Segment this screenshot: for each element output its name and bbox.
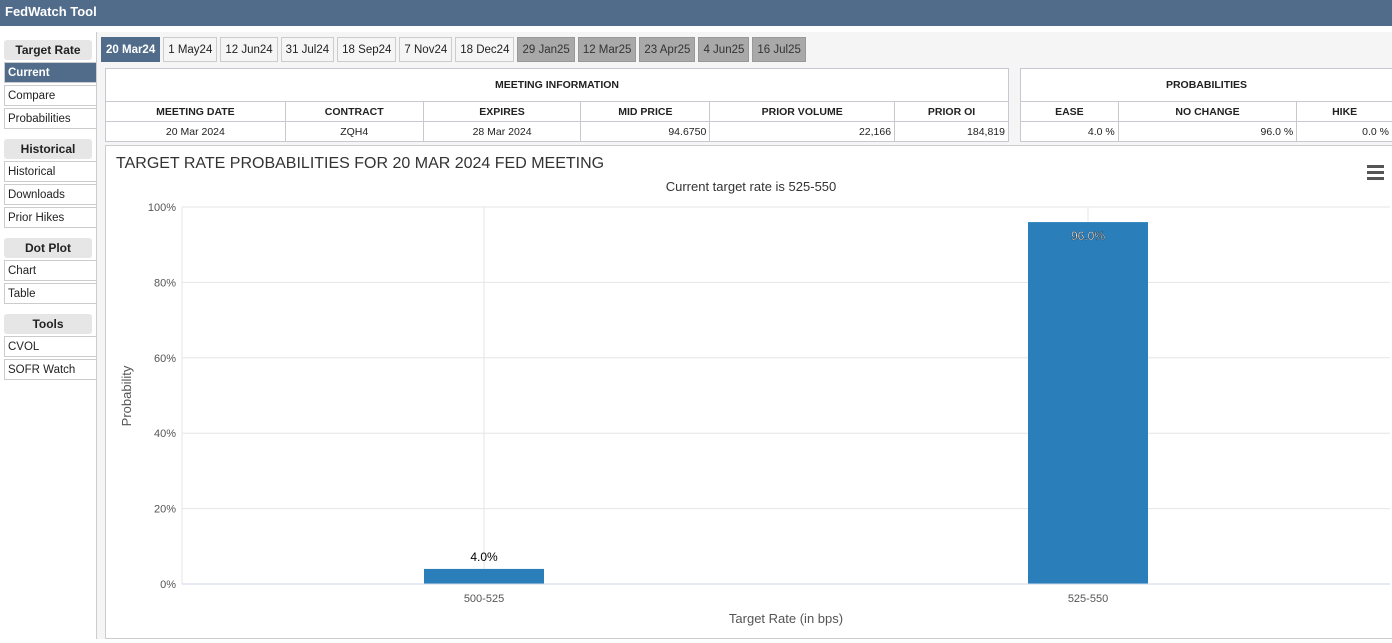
app-title: FedWatch Tool xyxy=(0,0,1392,26)
column-header: NO CHANGE xyxy=(1118,102,1296,122)
table-cell: 94.6750 xyxy=(581,122,710,142)
sidebar-item-downloads[interactable]: Downloads xyxy=(4,184,96,205)
table-cell: 96.0 % xyxy=(1118,122,1296,142)
meeting-info-table: MEETING INFORMATION MEETING DATECONTRACT… xyxy=(105,68,1009,142)
y-tick-label: 100% xyxy=(148,202,176,214)
y-tick-label: 20% xyxy=(154,504,176,516)
table-cell: 4.0 % xyxy=(1021,122,1119,142)
y-tick-label: 60% xyxy=(154,353,176,365)
sidebar-item-current[interactable]: Current xyxy=(4,62,96,83)
chart-subtitle: Current target rate is 525-550 xyxy=(666,179,837,194)
column-header: MID PRICE xyxy=(581,102,710,122)
y-tick-label: 40% xyxy=(154,428,176,440)
table-cell: 28 Mar 2024 xyxy=(423,122,581,142)
table-cell: 0.0 % xyxy=(1297,122,1392,142)
probabilities-table: PROBABILITIES EASENO CHANGEHIKE 4.0 %96.0… xyxy=(1020,68,1392,142)
data-label: 96.0% xyxy=(1071,229,1105,243)
probabilities-title: PROBABILITIES xyxy=(1021,69,1392,102)
y-tick-label: 80% xyxy=(154,277,176,289)
bar xyxy=(1028,222,1148,584)
chart-title: TARGET RATE PROBABILITIES FOR 20 MAR 202… xyxy=(116,155,604,172)
table-cell: ZQH4 xyxy=(285,122,423,142)
column-header: PRIOR VOLUME xyxy=(710,102,895,122)
tab-meeting[interactable]: 18 Sep24 xyxy=(337,37,396,62)
sidebar-item-historical[interactable]: Historical xyxy=(4,161,96,182)
column-header: HIKE xyxy=(1297,102,1392,122)
sidebar-item-prior-hikes[interactable]: Prior Hikes xyxy=(4,207,96,228)
sidebar-item-chart[interactable]: Chart xyxy=(4,260,96,281)
sidebar-section-header: Tools xyxy=(4,314,92,334)
main-panel: 20 Mar241 May2412 Jun2431 Jul2418 Sep247… xyxy=(96,32,1392,639)
sidebar-section-header: Historical xyxy=(4,139,92,159)
chart-panel: TARGET RATE PROBABILITIES FOR 20 MAR 202… xyxy=(105,145,1392,639)
meeting-tabs: 20 Mar241 May2412 Jun2431 Jul2418 Sep247… xyxy=(101,37,806,62)
y-axis-title: Probability xyxy=(119,365,134,426)
sidebar-item-compare[interactable]: Compare xyxy=(4,85,96,106)
x-tick-label: 500-525 xyxy=(464,593,504,605)
tab-meeting[interactable]: 4 Jun25 xyxy=(698,37,749,62)
table-cell: 184,819 xyxy=(895,122,1009,142)
tab-meeting[interactable]: 31 Jul24 xyxy=(281,37,334,62)
tab-meeting[interactable]: 16 Jul25 xyxy=(752,37,805,62)
table-cell: 20 Mar 2024 xyxy=(106,122,286,142)
x-axis-title: Target Rate (in bps) xyxy=(729,611,843,626)
tab-meeting[interactable]: 1 May24 xyxy=(163,37,217,62)
column-header: PRIOR OI xyxy=(895,102,1009,122)
sidebar: Target RateCurrentCompareProbabilities Hi… xyxy=(4,36,96,382)
tab-meeting[interactable]: 20 Mar24 xyxy=(101,37,160,62)
sidebar-item-cvol[interactable]: CVOL xyxy=(4,336,96,357)
menu-icon[interactable] xyxy=(1367,165,1384,180)
sidebar-item-table[interactable]: Table xyxy=(4,283,96,304)
column-header: EASE xyxy=(1021,102,1119,122)
bar xyxy=(424,569,544,584)
x-tick-label: 525-550 xyxy=(1068,593,1108,605)
column-header: CONTRACT xyxy=(285,102,423,122)
meeting-info-title: MEETING INFORMATION xyxy=(106,69,1009,102)
tab-meeting[interactable]: 18 Dec24 xyxy=(455,37,514,62)
column-header: MEETING DATE xyxy=(106,102,286,122)
bar-chart: TARGET RATE PROBABILITIES FOR 20 MAR 202… xyxy=(106,146,1392,640)
tab-meeting[interactable]: 7 Nov24 xyxy=(399,37,452,62)
data-label: 4.0% xyxy=(470,550,498,564)
tab-meeting[interactable]: 12 Jun24 xyxy=(220,37,277,62)
y-tick-label: 0% xyxy=(160,579,176,591)
tab-meeting[interactable]: 12 Mar25 xyxy=(578,37,637,62)
tab-meeting[interactable]: 23 Apr25 xyxy=(639,37,695,62)
table-cell: 22,166 xyxy=(710,122,895,142)
sidebar-item-probabilities[interactable]: Probabilities xyxy=(4,108,96,129)
sidebar-item-sofr-watch[interactable]: SOFR Watch xyxy=(4,359,96,380)
sidebar-section-header: Target Rate xyxy=(4,40,92,60)
sidebar-section-header: Dot Plot xyxy=(4,238,92,258)
tab-meeting[interactable]: 29 Jan25 xyxy=(517,37,574,62)
column-header: EXPIRES xyxy=(423,102,581,122)
